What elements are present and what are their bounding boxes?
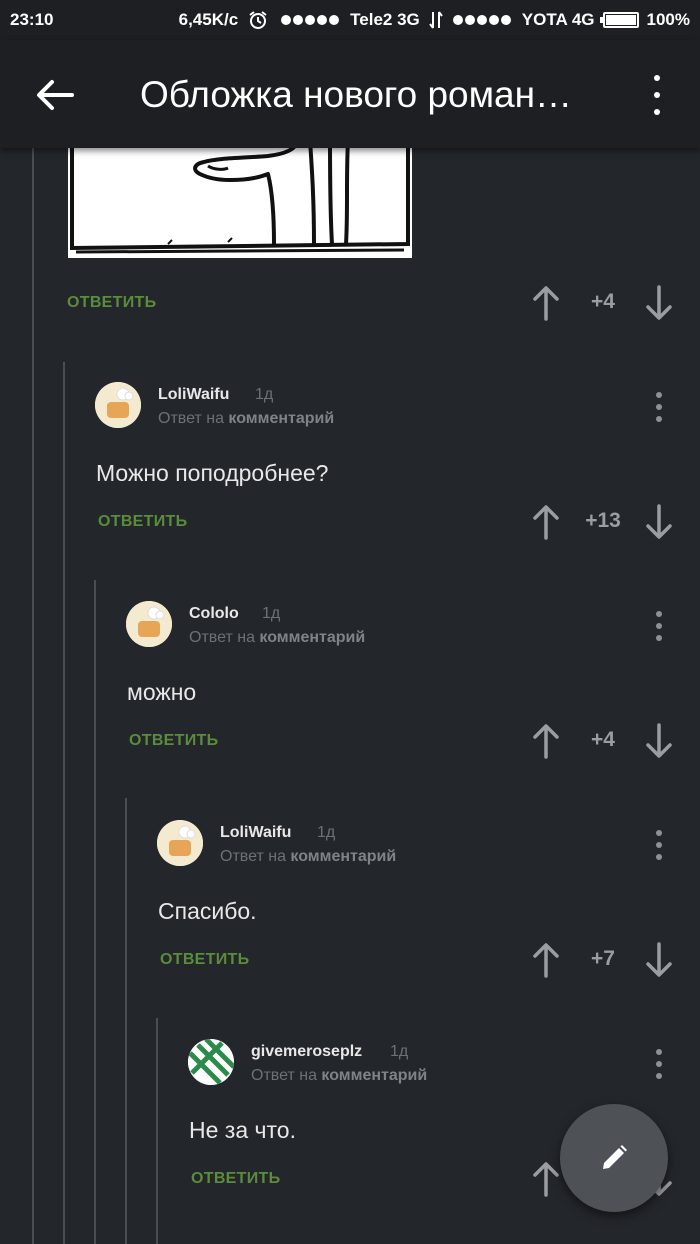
more-vert-dot [654, 109, 660, 115]
more-options-button[interactable] [645, 75, 669, 115]
avatar[interactable] [126, 601, 172, 647]
avatar[interactable] [188, 1039, 234, 1085]
avatar-image-icon [157, 820, 203, 866]
thread-line-4 [125, 798, 127, 1244]
reply-button[interactable]: ОТВЕТИТЬ [67, 294, 156, 312]
more-vert-icon [656, 611, 662, 617]
thread-line-1 [32, 148, 34, 1244]
comment-time: 1д [255, 386, 274, 403]
comment-menu-button[interactable] [652, 392, 666, 422]
thread-line-5 [156, 1018, 158, 1244]
more-vert-icon [656, 392, 662, 398]
reply-to-link[interactable]: комментарий [228, 410, 334, 427]
comment-text: Спасибо. [158, 898, 257, 924]
reply-to-line: Ответ на комментарий [158, 410, 334, 428]
upvote-icon[interactable] [532, 504, 560, 540]
more-vert-icon [656, 830, 662, 836]
thread-line-2 [63, 362, 65, 1244]
reply-button[interactable]: ОТВЕТИТЬ [98, 513, 187, 531]
reply-button[interactable]: ОТВЕТИТЬ [191, 1170, 280, 1188]
more-vert-dot [656, 623, 662, 629]
upvote-icon[interactable] [532, 942, 560, 978]
battery-icon [599, 12, 639, 28]
arrow-left-icon [37, 80, 74, 110]
more-vert-icon [656, 1049, 662, 1055]
comment-text: можно [127, 679, 197, 705]
app-bar: Обложка нового роман… [0, 40, 700, 148]
more-vert-dot [656, 404, 662, 410]
more-vert-icon [654, 75, 660, 81]
more-vert-dot [656, 416, 662, 422]
comment-author[interactable]: Cololo [189, 605, 239, 623]
reply-to-line: Ответ на комментарий [251, 1067, 427, 1085]
rating-value: +13 [585, 509, 621, 532]
downvote-icon[interactable] [645, 285, 673, 321]
avatar[interactable] [95, 382, 141, 428]
alarm-icon [249, 11, 267, 29]
rating-value: +7 [591, 947, 615, 970]
reply-to-prefix: Ответ на [189, 629, 255, 646]
rating-value: +4 [591, 290, 615, 313]
pencil-icon [603, 1145, 627, 1169]
status-right: 6,45K/c Tele2 3G YOTA 4G 100% [179, 10, 690, 30]
data-transfer-icon [428, 11, 443, 29]
comment-time: 1д [317, 824, 336, 841]
comment-menu-button[interactable] [652, 1049, 666, 1079]
comment-image[interactable] [68, 140, 412, 258]
network-speed: 6,45K/c [178, 10, 239, 29]
page-title: Обложка нового роман… [140, 74, 573, 115]
reply-to-line: Ответ на комментарий [189, 629, 365, 647]
comment-text: Можно поподробнее? [96, 460, 329, 486]
more-vert-dot [656, 1061, 662, 1067]
comment-time: 1д [390, 1043, 409, 1060]
signal-dots-icon-2 [452, 15, 511, 25]
comment-author[interactable]: givemeroseplz [251, 1043, 362, 1061]
comment-author[interactable]: LoliWaifu [158, 386, 229, 404]
reply-to-prefix: Ответ на [251, 1067, 317, 1084]
reply-to-line: Ответ на комментарий [220, 848, 396, 866]
more-vert-dot [656, 854, 662, 860]
downvote-icon[interactable] [645, 942, 673, 978]
avatar[interactable] [157, 820, 203, 866]
avatar-image-icon [126, 601, 172, 647]
rating-value: +4 [591, 728, 615, 751]
comment-text: Не за что. [189, 1117, 296, 1143]
comment-time: 1д [262, 605, 281, 622]
thread-line-3 [94, 580, 96, 1244]
status-time: 23:10 [10, 10, 54, 29]
comment-author[interactable]: LoliWaifu [220, 824, 291, 842]
upvote-icon[interactable] [532, 285, 560, 321]
upvote-icon[interactable] [532, 1161, 560, 1197]
comment-menu-button[interactable] [652, 611, 666, 641]
downvote-icon[interactable] [645, 723, 673, 759]
carrier-2: YOTA 4G [521, 10, 595, 29]
avatar-stripes-icon [188, 1039, 234, 1085]
more-vert-dot [656, 1073, 662, 1079]
more-vert-dot [654, 92, 660, 98]
reply-to-link[interactable]: комментарий [259, 629, 365, 646]
signal-dots-icon [281, 15, 340, 25]
battery-percent: 100% [646, 10, 690, 29]
back-button[interactable] [34, 78, 76, 112]
status-bar: 23:10 6,45K/c Tele2 3G YOTA 4G 100% [0, 0, 700, 40]
write-comment-fab[interactable] [560, 1104, 668, 1212]
avatar-image-icon [95, 382, 141, 428]
reply-to-prefix: Ответ на [158, 410, 224, 427]
upvote-icon[interactable] [532, 723, 560, 759]
reply-to-link[interactable]: комментарий [321, 1067, 427, 1084]
comment-menu-button[interactable] [652, 830, 666, 860]
carrier-1: Tele2 3G [350, 10, 420, 29]
downvote-icon[interactable] [645, 504, 673, 540]
more-vert-dot [656, 842, 662, 848]
reply-button[interactable]: ОТВЕТИТЬ [129, 732, 218, 750]
reply-to-link[interactable]: комментарий [290, 848, 396, 865]
reply-to-prefix: Ответ на [220, 848, 286, 865]
reply-button[interactable]: ОТВЕТИТЬ [160, 951, 249, 969]
more-vert-dot [656, 635, 662, 641]
